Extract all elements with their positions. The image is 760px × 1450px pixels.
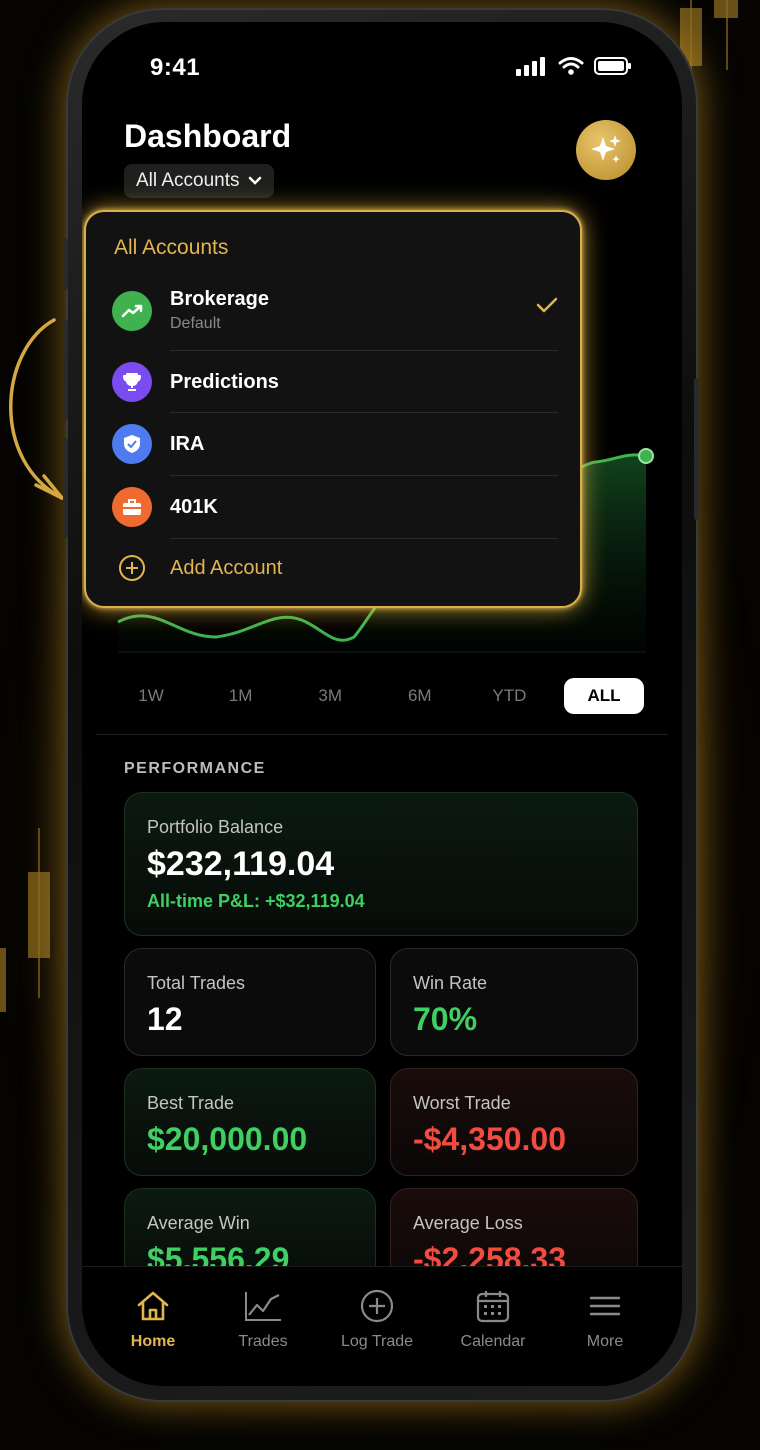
tab-calendar[interactable]: Calendar [438, 1289, 548, 1351]
menu-divider [170, 412, 558, 413]
account-item-401k[interactable]: 401K [112, 487, 558, 527]
range-1m[interactable]: 1M [206, 678, 276, 714]
portfolio-balance-card[interactable]: Portfolio Balance $232,119.04 All-time P… [124, 792, 638, 936]
candle-body [0, 948, 6, 1012]
menu-divider [170, 350, 558, 351]
account-item-brokerage[interactable]: Brokerage Default [112, 288, 558, 333]
account-label: Brokerage [170, 288, 269, 310]
tab-label: Calendar [460, 1333, 526, 1350]
phone-side-button [63, 238, 68, 290]
status-bar: 9:41 [82, 22, 682, 112]
range-3m[interactable]: 3M [295, 678, 365, 714]
ai-sparkle-button[interactable] [576, 120, 636, 180]
checkmark-icon [536, 297, 558, 313]
phone-side-button [63, 320, 68, 420]
card-label: Average Loss [413, 1213, 523, 1233]
tab-home[interactable]: Home [98, 1289, 208, 1351]
range-6m[interactable]: 6M [385, 678, 455, 714]
account-selector-label: All Accounts [136, 170, 240, 191]
card-value: 12 [147, 1001, 183, 1037]
all-time-pnl: All-time P&L: +$32,119.04 [147, 891, 365, 911]
card-value: $20,000.00 [147, 1121, 308, 1157]
win-rate-card[interactable]: Win Rate 70% [390, 948, 638, 1056]
card-value: -$4,350.00 [413, 1121, 567, 1157]
app-screen: 9:41 Dashboard All Accounts All Accounts… [82, 22, 682, 1386]
card-label: Portfolio Balance [147, 817, 284, 837]
signal-icon [516, 57, 545, 76]
card-value: 70% [413, 1001, 478, 1037]
range-1w[interactable]: 1W [116, 678, 186, 714]
menu-divider [170, 475, 558, 476]
shield-icon [112, 424, 152, 464]
add-account-button[interactable]: Add Account [112, 554, 558, 582]
performance-section-label: PERFORMANCE [124, 760, 266, 777]
tab-more[interactable]: More [550, 1289, 660, 1351]
briefcase-icon [112, 487, 152, 527]
home-icon [137, 1291, 169, 1321]
chart-up-icon [112, 290, 152, 331]
bottom-tab-bar: Home Trades Log Trade Calendar More [82, 1266, 682, 1386]
tab-label: Home [130, 1333, 176, 1350]
wifi-icon [558, 57, 584, 75]
dropdown-header: All Accounts [114, 236, 229, 259]
total-trades-card[interactable]: Total Trades 12 [124, 948, 376, 1056]
card-label: Win Rate [413, 973, 488, 993]
tab-label: Log Trade [340, 1333, 414, 1350]
card-label: Best Trade [147, 1093, 235, 1113]
phone-side-button [694, 378, 699, 520]
trend-chart-icon [245, 1292, 281, 1321]
candle-body [714, 0, 738, 18]
sparkle-icon [591, 135, 621, 163]
calendar-icon [476, 1291, 510, 1323]
account-label: Predictions [170, 370, 279, 393]
plus-circle-icon [360, 1289, 394, 1323]
tab-label: Trades [238, 1333, 288, 1350]
status-icons [516, 56, 632, 76]
add-account-label: Add Account [170, 556, 283, 579]
phone-side-button [63, 438, 68, 538]
range-ytd[interactable]: YTD [474, 678, 544, 714]
menu-icon [589, 1296, 621, 1316]
tab-label: More [586, 1333, 624, 1350]
tab-log-trade[interactable]: Log Trade [322, 1289, 432, 1351]
battery-icon [594, 57, 631, 75]
range-all[interactable]: ALL [563, 678, 644, 714]
chart-endpoint [638, 448, 654, 464]
account-item-ira[interactable]: IRA [112, 424, 558, 464]
portfolio-balance-value: $232,119.04 [147, 845, 335, 883]
plus-circle-icon [119, 555, 145, 581]
account-label: IRA [170, 432, 205, 455]
candle-body [28, 872, 50, 958]
chevron-down-icon [248, 176, 261, 185]
account-item-predictions[interactable]: Predictions [112, 362, 558, 402]
account-selector[interactable]: All Accounts [124, 164, 274, 198]
account-dropdown-menu: All Accounts Brokerage Default Predictio… [84, 210, 582, 608]
account-sublabel: Default [170, 315, 221, 332]
account-label: 401K [170, 495, 218, 518]
page-title: Dashboard [124, 118, 292, 154]
card-label: Total Trades [147, 973, 246, 993]
card-label: Worst Trade [413, 1093, 511, 1113]
time-range-selector: 1W 1M 3M 6M YTD ALL [116, 678, 644, 714]
best-trade-card[interactable]: Best Trade $20,000.00 [124, 1068, 376, 1176]
worst-trade-card[interactable]: Worst Trade -$4,350.00 [390, 1068, 638, 1176]
trophy-icon [112, 362, 152, 402]
card-label: Average Win [147, 1213, 250, 1233]
status-time: 9:41 [150, 54, 201, 81]
section-divider [96, 734, 668, 735]
tab-trades[interactable]: Trades [208, 1289, 318, 1351]
menu-divider [170, 538, 558, 539]
